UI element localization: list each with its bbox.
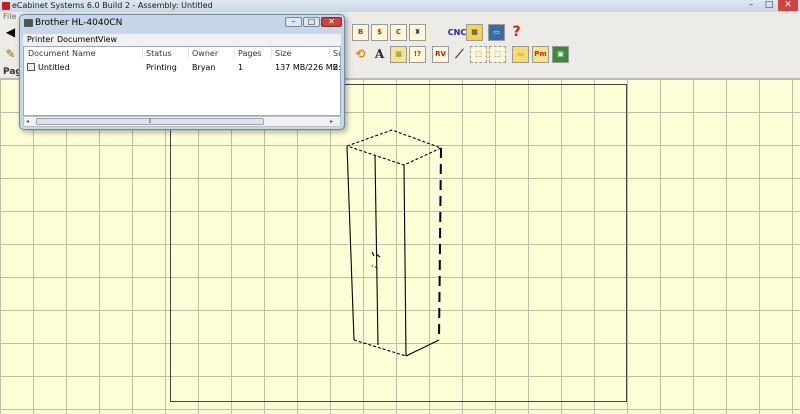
column-status[interactable]: Status (146, 49, 172, 58)
help-icon[interactable]: ? (508, 24, 525, 41)
tool-rotate-button[interactable]: ⟲ (352, 46, 369, 63)
column-submitted[interactable]: Sul (333, 49, 340, 58)
print-job-list[interactable]: Document Name Status Owner Pages Size Su… (23, 46, 341, 116)
tool-grid-button[interactable]: ▦ (466, 24, 483, 41)
dialog-maximize-button[interactable]: □ (303, 17, 320, 27)
printer-queue-window: Brother HL-4040CN – □ ✕ Printer Document… (19, 14, 345, 130)
column-pages[interactable]: Pages (238, 49, 262, 58)
tool-region-button[interactable]: ⬚ (489, 46, 506, 63)
scroll-right-icon[interactable]: ▸ (330, 117, 333, 126)
page-boundary (170, 84, 627, 402)
tool-pm-button[interactable]: Pm (532, 46, 549, 63)
app-title: eCabinet Systems 6.0 Build 2 - Assembly:… (12, 1, 213, 10)
tool-select-button[interactable]: ⬚ (470, 46, 487, 63)
tool-screen-button[interactable]: ▭ (488, 24, 505, 41)
minimize-button[interactable]: – (742, 0, 760, 11)
tool-hatch-button[interactable]: ▦ (390, 46, 407, 63)
dialog-title: Brother HL-4040CN (35, 18, 123, 28)
tool-c-button[interactable]: C (390, 24, 407, 41)
column-separator (234, 47, 235, 58)
tool-folder-button[interactable]: ▭ (512, 46, 529, 63)
menu-document[interactable]: Document (57, 34, 98, 46)
tool-cnc-button[interactable]: CNC (446, 24, 468, 41)
app-icon (2, 2, 10, 10)
job-owner: Bryan (192, 63, 216, 72)
tool-b-button[interactable]: B (352, 24, 369, 41)
column-size[interactable]: Size (275, 49, 291, 58)
menu-printer[interactable]: Printer (27, 34, 54, 46)
tool-rv-button[interactable]: RV (432, 46, 449, 63)
tool-cost-button[interactable]: $ (371, 24, 388, 41)
tool-line-button[interactable]: ⟋ (451, 46, 468, 63)
column-separator (142, 47, 143, 58)
column-owner[interactable]: Owner (192, 49, 218, 58)
maximize-button[interactable]: □ (760, 0, 778, 11)
job-status: Printing (146, 63, 177, 72)
job-submitted: 2:0 (333, 63, 341, 72)
column-document-name[interactable]: Document Name (28, 49, 96, 58)
column-separator (271, 47, 272, 58)
horizontal-scrollbar[interactable]: ◂ ⦀ ▸ (23, 116, 341, 127)
close-button[interactable]: ✕ (778, 0, 798, 11)
dialog-close-button[interactable]: ✕ (321, 17, 342, 27)
column-separator (188, 47, 189, 58)
job-name[interactable]: Untitled (38, 63, 70, 72)
dialog-minimize-button[interactable]: – (285, 17, 302, 27)
pencil-icon[interactable]: ✎ (2, 46, 19, 63)
dialog-menu-bar: Printer Document View (23, 34, 341, 46)
tool-query-button[interactable]: !? (409, 46, 426, 63)
tool-machine-button[interactable]: ♜ (409, 24, 426, 41)
back-arrow-icon[interactable]: ◀ (2, 24, 19, 41)
job-size: 137 MB/226 MB (275, 63, 339, 72)
job-pages: 1 (238, 63, 244, 72)
printer-icon (24, 19, 33, 27)
tool-text-button[interactable]: A (371, 46, 388, 63)
scroll-left-icon[interactable]: ◂ (26, 117, 29, 126)
column-separator (329, 47, 330, 58)
menu-file[interactable]: File (3, 12, 16, 22)
document-icon (27, 63, 35, 71)
tool-camera-button[interactable]: ▣ (552, 46, 569, 63)
menu-view[interactable]: View (98, 34, 117, 46)
scroll-thumb[interactable]: ⦀ (36, 118, 264, 125)
